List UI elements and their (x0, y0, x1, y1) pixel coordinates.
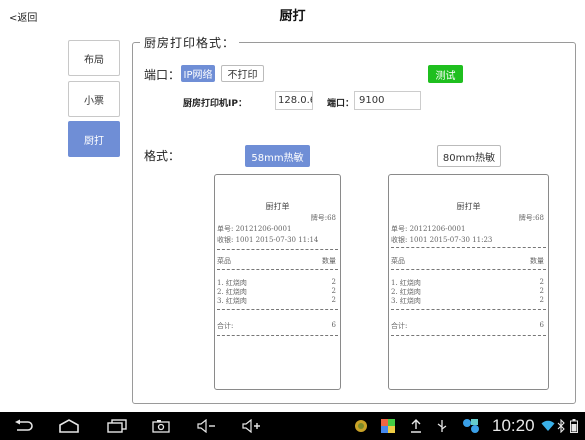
battery-icon (568, 416, 580, 436)
printer-ip-label: 厨房打印机IP： (183, 99, 247, 109)
receipt-preview-58mm: 厨打单 牌号:68 单号: 20121206-0001 收银: 1001 201… (214, 174, 341, 390)
receipt-item-qty: 2 (539, 278, 544, 286)
port-option-ip-network[interactable]: IP网络 (181, 65, 215, 82)
title-bar: <返回 厨打 (0, 0, 585, 30)
divider (217, 309, 338, 310)
receipt-item-qty: 2 (331, 287, 336, 295)
divider (217, 335, 338, 336)
printer-ip-field[interactable]: 128.0.66.249 (275, 91, 313, 110)
volume-down-icon[interactable] (196, 416, 218, 436)
sidebar-item-receipt[interactable]: 小票 (68, 81, 120, 117)
receipt-col-dish: 菜品 (391, 257, 405, 265)
divider (391, 335, 546, 336)
receipt-total-value: 6 (539, 321, 544, 329)
bluetooth-icon (556, 416, 566, 436)
port-number-label: 端口： (327, 99, 355, 109)
format-label: 格式： (144, 149, 181, 163)
receipt-item-name: 3. 红烧肉 (391, 297, 421, 305)
port-option-no-print[interactable]: 不打印 (221, 65, 264, 82)
receipt-table-number: 牌号:68 (310, 214, 336, 222)
usb-icon (434, 416, 450, 436)
gallery-notification-icon (379, 416, 397, 436)
receipt-item-qty: 2 (539, 287, 544, 295)
receipt-title: 厨打单 (456, 202, 481, 211)
status-clock: 10:20 (492, 416, 535, 435)
receipt-item-qty: 2 (331, 296, 336, 304)
app-notification-icon (352, 416, 370, 436)
port-label: 端口： (144, 68, 181, 82)
format-option-80mm[interactable]: 80mm热敏 (437, 145, 501, 167)
receipt-col-qty: 数量 (530, 257, 544, 265)
receipt-item-qty: 2 (331, 278, 336, 286)
divider (391, 247, 546, 248)
sidebar-item-layout[interactable]: 布局 (68, 40, 120, 76)
sidebar-item-kitchen-print[interactable]: 厨打 (68, 121, 120, 157)
receipt-col-dish: 菜品 (217, 257, 231, 265)
format-option-58mm[interactable]: 58mm热敏 (245, 145, 310, 167)
receipt-table-number: 牌号:68 (518, 214, 544, 222)
divider (391, 309, 546, 310)
receipt-cashier: 收银: 1001 2015-07-30 11:14 (217, 236, 319, 244)
home-icon[interactable] (56, 416, 82, 436)
panel-legend: 厨房打印格式： (140, 34, 240, 51)
receipt-col-qty: 数量 (322, 257, 336, 265)
test-button[interactable]: 测试 (428, 65, 463, 83)
receipt-title: 厨打单 (265, 202, 290, 211)
app-status-icon (460, 416, 482, 436)
divider (391, 269, 546, 270)
receipt-total-value: 6 (331, 321, 336, 329)
divider (217, 249, 338, 250)
screenshot-icon[interactable] (150, 416, 172, 436)
wifi-icon (540, 416, 556, 436)
page-title: 厨打 (279, 9, 306, 24)
system-navigation-bar: 10:20 (0, 412, 585, 440)
divider (217, 269, 338, 270)
recent-apps-icon[interactable] (104, 416, 130, 436)
receipt-total-label: 合计: (391, 322, 408, 330)
receipt-cashier: 收银: 1001 2015-07-30 11:23 (391, 236, 493, 244)
receipt-item-name: 3. 红烧肉 (217, 297, 247, 305)
receipt-item-qty: 2 (539, 296, 544, 304)
back-icon[interactable] (10, 416, 36, 436)
volume-up-icon[interactable] (241, 416, 263, 436)
receipt-order-number: 单号: 20121206-0001 (391, 225, 466, 233)
port-number-field[interactable]: 9100 (354, 91, 421, 110)
receipt-preview-80mm: 厨打单 牌号:68 单号: 20121206-0001 收银: 1001 201… (388, 174, 549, 390)
receipt-total-label: 合计: (217, 322, 234, 330)
receipt-order-number: 单号: 20121206-0001 (217, 225, 292, 233)
upload-icon (408, 416, 424, 436)
